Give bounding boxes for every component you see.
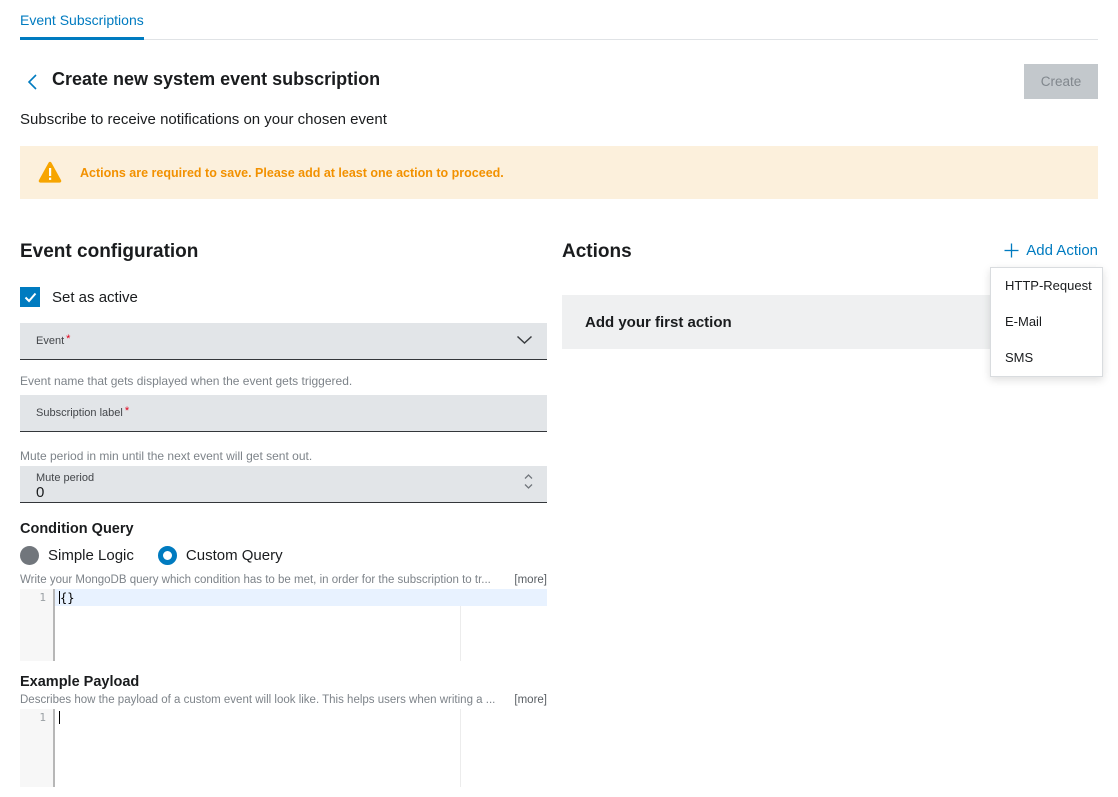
required-marker: * xyxy=(66,333,70,345)
event-configuration-section: Event configuration Set as active Event*… xyxy=(20,240,547,787)
editor-code-text: {} xyxy=(60,591,74,605)
set-as-active-label[interactable]: Set as active xyxy=(52,289,138,306)
condition-query-options: Simple Logic Custom Query xyxy=(20,546,547,565)
chevron-left-icon xyxy=(26,72,40,92)
query-help-row: Write your MongoDB query which condition… xyxy=(20,574,547,586)
required-marker: * xyxy=(125,405,129,417)
page-title: Create new system event subscription xyxy=(52,69,380,90)
tab-bar: Event Subscriptions xyxy=(20,0,1098,40)
subscription-label-text: Subscription label xyxy=(36,407,123,419)
mute-period-input[interactable]: Mute period 0 xyxy=(20,466,547,503)
plus-icon xyxy=(1004,243,1019,258)
query-more-link[interactable]: [more] xyxy=(514,574,547,586)
menu-item-http-request[interactable]: HTTP-Request xyxy=(991,268,1102,304)
editor-caret xyxy=(59,711,60,724)
radio-custom-query-label[interactable]: Custom Query xyxy=(186,547,283,564)
query-help-text: Write your MongoDB query which condition… xyxy=(20,574,491,586)
set-as-active-checkbox[interactable] xyxy=(20,287,40,307)
mute-period-value: 0 xyxy=(36,485,531,501)
actions-section: Actions Add Action HTTP-Request E-Mail S… xyxy=(562,240,1098,349)
event-configuration-title: Event configuration xyxy=(20,240,547,263)
event-select[interactable]: Event* xyxy=(20,323,547,360)
editor-content[interactable]: {} xyxy=(55,589,547,661)
actions-title: Actions xyxy=(562,240,632,263)
editor-active-line xyxy=(55,589,547,606)
event-select-label: Event xyxy=(36,335,64,347)
chevron-down-icon xyxy=(516,332,533,350)
editor-gutter: 1 xyxy=(20,589,55,661)
check-icon xyxy=(24,292,37,303)
editor-ruler xyxy=(460,709,461,787)
page-subtitle: Subscribe to receive notifications on yo… xyxy=(20,111,387,128)
add-action-menu: HTTP-Request E-Mail SMS xyxy=(990,267,1103,377)
payload-more-link[interactable]: [more] xyxy=(514,694,547,706)
number-stepper[interactable] xyxy=(523,474,534,495)
warning-triangle-icon xyxy=(38,161,62,184)
warning-banner: Actions are required to save. Please add… xyxy=(20,146,1098,199)
event-help-text: Event name that gets displayed when the … xyxy=(20,374,547,388)
editor-content[interactable] xyxy=(55,709,547,787)
editor-gutter: 1 xyxy=(20,709,55,787)
set-as-active-row[interactable]: Set as active xyxy=(20,287,547,307)
mute-help-text: Mute period in min until the next event … xyxy=(20,449,547,463)
radio-simple-logic[interactable] xyxy=(20,546,39,565)
mute-period-label: Mute period xyxy=(36,472,531,484)
radio-simple-logic-label[interactable]: Simple Logic xyxy=(48,547,134,564)
back-button[interactable] xyxy=(26,72,40,92)
tab-event-subscriptions[interactable]: Event Subscriptions xyxy=(20,12,144,40)
example-payload-title: Example Payload xyxy=(20,674,547,690)
condition-query-title: Condition Query xyxy=(20,521,547,537)
subscription-label-input[interactable]: Subscription label* xyxy=(20,395,547,432)
actions-header: Actions Add Action HTTP-Request E-Mail S… xyxy=(562,240,1098,263)
warning-text: Actions are required to save. Please add… xyxy=(80,166,504,180)
page-header: Create new system event subscription Cre… xyxy=(20,64,1098,100)
radio-custom-query[interactable] xyxy=(158,546,177,565)
add-action-button[interactable]: Add Action xyxy=(1004,242,1098,259)
payload-help-text: Describes how the payload of a custom ev… xyxy=(20,694,495,706)
example-payload-editor[interactable]: 1 xyxy=(20,709,547,787)
actions-empty-text: Add your first action xyxy=(585,314,732,331)
menu-item-email[interactable]: E-Mail xyxy=(991,304,1102,340)
page: Event Subscriptions Create new system ev… xyxy=(0,0,1118,797)
condition-query-editor[interactable]: 1 {} xyxy=(20,589,547,661)
create-button[interactable]: Create xyxy=(1024,64,1098,99)
menu-item-sms[interactable]: SMS xyxy=(991,340,1102,376)
payload-help-row: Describes how the payload of a custom ev… xyxy=(20,694,547,706)
add-action-label[interactable]: Add Action xyxy=(1026,242,1098,259)
